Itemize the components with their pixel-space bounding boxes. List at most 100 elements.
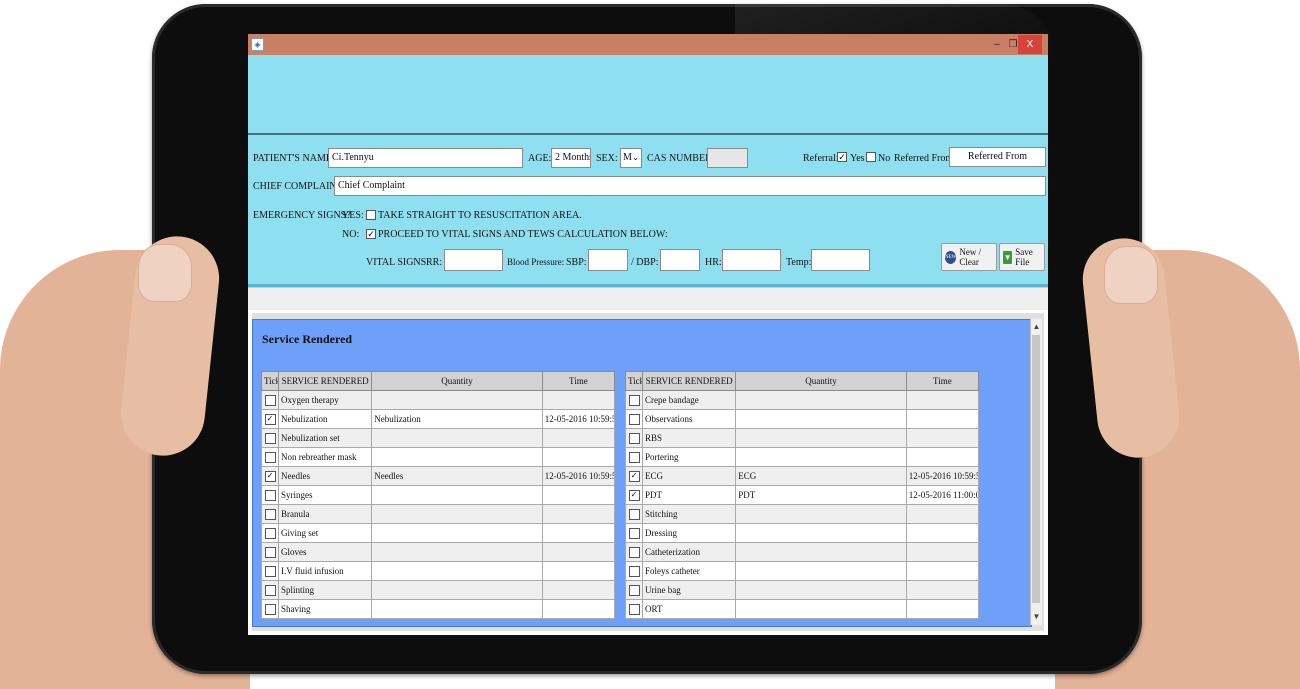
column-header-service[interactable]: SERVICE RENDERED xyxy=(642,371,737,391)
service-name-cell[interactable]: Non rebreather mask xyxy=(278,447,373,467)
row-checkbox[interactable]: ✓ xyxy=(628,470,640,482)
time-cell[interactable] xyxy=(905,580,980,600)
rr-field[interactable] xyxy=(444,249,503,271)
row-checkbox[interactable] xyxy=(264,565,276,577)
table-row[interactable]: ✓ ECG ECG 12-05-2016 10:59:58 xyxy=(624,466,980,486)
table-row[interactable]: Oxygen therapy xyxy=(260,390,616,410)
minimize-button[interactable]: – xyxy=(990,35,1004,54)
time-cell[interactable] xyxy=(905,428,980,448)
emergency-no-checkbox[interactable]: ✓ xyxy=(366,229,376,239)
cas-number-field[interactable] xyxy=(707,148,748,168)
column-header-tick[interactable]: Tick xyxy=(624,371,644,391)
referral-no-checkbox[interactable] xyxy=(866,152,876,162)
table-row[interactable]: Non rebreather mask xyxy=(260,447,616,467)
referral-yes-checkbox[interactable]: ✓ xyxy=(837,152,847,162)
quantity-cell[interactable] xyxy=(371,447,543,467)
service-name-cell[interactable]: Syringes xyxy=(278,485,373,505)
column-header-service[interactable]: SERVICE RENDERED xyxy=(278,371,373,391)
time-cell[interactable] xyxy=(905,447,980,467)
time-cell[interactable] xyxy=(541,390,616,410)
row-checkbox[interactable] xyxy=(628,603,640,615)
table-row[interactable]: Branula xyxy=(260,504,616,524)
row-checkbox[interactable] xyxy=(628,584,640,596)
service-name-cell[interactable]: Urine bag xyxy=(642,580,737,600)
service-name-cell[interactable]: ECG xyxy=(642,466,737,486)
sex-select[interactable]: M ⌄ xyxy=(620,148,642,168)
table-row[interactable]: Splinting xyxy=(260,580,616,600)
service-name-cell[interactable]: Portering xyxy=(642,447,737,467)
quantity-cell[interactable] xyxy=(735,428,907,448)
quantity-cell[interactable] xyxy=(371,428,543,448)
time-cell[interactable] xyxy=(905,542,980,562)
service-name-cell[interactable]: Crepe bandage xyxy=(642,390,737,410)
time-cell[interactable] xyxy=(905,599,980,619)
time-cell[interactable]: 12-05-2016 10:59:58 xyxy=(905,466,980,486)
referred-from-field[interactable]: Referred From xyxy=(949,147,1046,167)
time-cell[interactable]: 12-05-2016 11:00:00 xyxy=(905,485,980,505)
row-checkbox[interactable]: ✓ xyxy=(264,470,276,482)
row-checkbox[interactable] xyxy=(264,508,276,520)
row-checkbox[interactable] xyxy=(628,394,640,406)
table-row[interactable]: Crepe bandage xyxy=(624,390,980,410)
service-name-cell[interactable]: Foleys catheter xyxy=(642,561,737,581)
time-cell[interactable] xyxy=(905,409,980,429)
patient-name-field[interactable]: Ci.Tennyu xyxy=(328,148,523,168)
table-row[interactable]: ✓ Needles Needles 12-05-2016 10:59:56 xyxy=(260,466,616,486)
row-checkbox[interactable]: ✓ xyxy=(264,413,276,425)
time-cell[interactable] xyxy=(905,390,980,410)
time-cell[interactable] xyxy=(541,428,616,448)
time-cell[interactable]: 12-05-2016 10:59:56 xyxy=(541,466,616,486)
service-name-cell[interactable]: ORT xyxy=(642,599,737,619)
table-row[interactable]: Gloves xyxy=(260,542,616,562)
time-cell[interactable] xyxy=(541,485,616,505)
row-checkbox[interactable] xyxy=(264,489,276,501)
hr-field[interactable] xyxy=(722,249,781,271)
quantity-cell[interactable] xyxy=(735,599,907,619)
close-button[interactable]: X xyxy=(1018,35,1042,54)
quantity-cell[interactable] xyxy=(371,485,543,505)
quantity-cell[interactable] xyxy=(735,542,907,562)
row-checkbox[interactable] xyxy=(264,584,276,596)
time-cell[interactable]: 12-05-2016 10:59:52 xyxy=(541,409,616,429)
quantity-cell[interactable]: PDT xyxy=(735,485,907,505)
column-header-quantity[interactable]: Quantity xyxy=(735,371,907,391)
table-row[interactable]: Shaving xyxy=(260,599,616,619)
time-cell[interactable] xyxy=(541,599,616,619)
service-name-cell[interactable]: Branula xyxy=(278,504,373,524)
service-name-cell[interactable]: Dressing xyxy=(642,523,737,543)
service-name-cell[interactable]: Stitching xyxy=(642,504,737,524)
time-cell[interactable] xyxy=(541,523,616,543)
row-checkbox[interactable] xyxy=(628,546,640,558)
service-name-cell[interactable]: I.V fluid infusion xyxy=(278,561,373,581)
emergency-yes-checkbox[interactable] xyxy=(366,210,376,220)
service-name-cell[interactable]: Gloves xyxy=(278,542,373,562)
row-checkbox[interactable] xyxy=(264,546,276,558)
scrollbar-thumb[interactable] xyxy=(1032,335,1040,603)
quantity-cell[interactable] xyxy=(735,447,907,467)
service-name-cell[interactable]: Shaving xyxy=(278,599,373,619)
row-checkbox[interactable] xyxy=(628,413,640,425)
scroll-down-icon[interactable]: ▼ xyxy=(1031,611,1042,623)
quantity-cell[interactable] xyxy=(735,409,907,429)
row-checkbox[interactable] xyxy=(628,432,640,444)
column-header-tick[interactable]: Tick xyxy=(260,371,280,391)
table-row[interactable]: ✓ PDT PDT 12-05-2016 11:00:00 xyxy=(624,485,980,505)
quantity-cell[interactable] xyxy=(735,390,907,410)
service-name-cell[interactable]: Oxygen therapy xyxy=(278,390,373,410)
quantity-cell[interactable] xyxy=(735,504,907,524)
save-file-button[interactable]: ▼ Save File xyxy=(999,243,1045,271)
chief-complaint-field[interactable]: Chief Complaint xyxy=(334,176,1046,196)
row-checkbox[interactable] xyxy=(264,451,276,463)
quantity-cell[interactable] xyxy=(371,504,543,524)
table-row[interactable]: Urine bag xyxy=(624,580,980,600)
time-cell[interactable] xyxy=(905,561,980,581)
table-row[interactable]: I.V fluid infusion xyxy=(260,561,616,581)
time-cell[interactable] xyxy=(905,523,980,543)
time-cell[interactable] xyxy=(541,561,616,581)
quantity-cell[interactable]: Nebulization xyxy=(371,409,543,429)
row-checkbox[interactable] xyxy=(628,508,640,520)
row-checkbox[interactable] xyxy=(628,527,640,539)
time-cell[interactable] xyxy=(541,580,616,600)
service-name-cell[interactable]: Observations xyxy=(642,409,737,429)
time-cell[interactable] xyxy=(541,504,616,524)
